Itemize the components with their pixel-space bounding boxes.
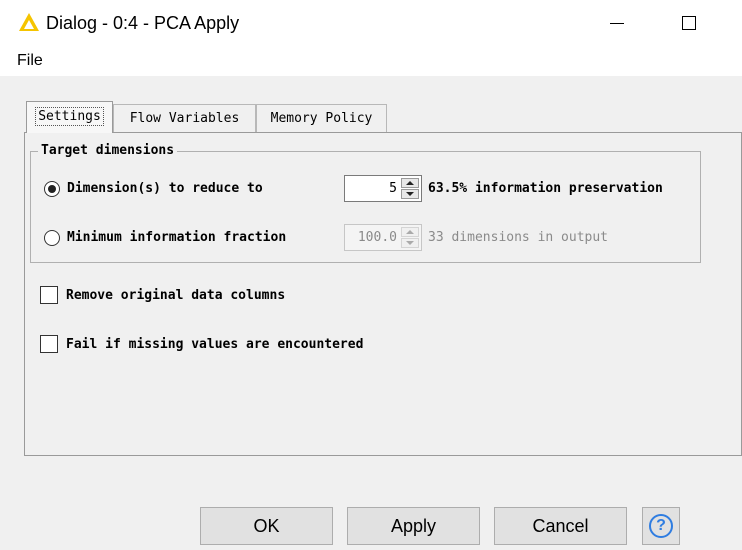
help-circle-icon: ? <box>649 514 673 538</box>
arrow-down-icon <box>406 192 414 196</box>
dimensions-spinner[interactable]: 5 <box>344 175 422 202</box>
target-dimensions-title: Target dimensions <box>38 143 178 159</box>
fraction-radio[interactable] <box>44 230 60 246</box>
remove-columns-label: Remove original data columns <box>66 288 286 303</box>
dimensions-info: 63.5% information preservation <box>428 181 663 196</box>
fraction-spinner-buttons <box>401 227 419 248</box>
dimensions-decrement-button[interactable] <box>401 189 419 199</box>
remove-columns-checkbox[interactable] <box>40 286 58 304</box>
fraction-decrement-button <box>401 238 419 248</box>
fraction-label: Minimum information fraction <box>67 230 287 245</box>
arrow-up-icon <box>406 230 414 234</box>
tab-flow-variables-label: Flow Variables <box>129 111 240 126</box>
fail-missing-label: Fail if missing values are encountered <box>66 337 364 352</box>
arrow-up-icon <box>406 181 414 185</box>
fraction-spinner: 100.0 <box>344 224 422 251</box>
window-title: Dialog - 0:4 - PCA Apply <box>46 13 240 33</box>
arrow-down-icon <box>406 241 414 245</box>
tab-settings-label: Settings <box>35 107 104 126</box>
tab-memory-policy[interactable]: Memory Policy <box>256 104 387 132</box>
fail-missing-checkbox[interactable] <box>40 335 58 353</box>
tab-memory-policy-label: Memory Policy <box>270 111 373 126</box>
title-bar: Dialog - 0:4 - PCA Apply <box>0 0 742 46</box>
maximize-button[interactable] <box>682 16 696 30</box>
dimensions-spinner-buttons <box>401 178 419 199</box>
minimize-button[interactable] <box>610 23 624 24</box>
help-button[interactable]: ? <box>642 507 680 545</box>
fraction-increment-button <box>401 227 419 237</box>
tab-settings[interactable]: Settings <box>26 101 113 133</box>
fraction-value: 100.0 <box>357 230 397 245</box>
cancel-button[interactable]: Cancel <box>494 507 627 545</box>
menu-file[interactable]: File <box>17 52 43 70</box>
fraction-info: 33 dimensions in output <box>428 230 609 245</box>
knime-logo-icon <box>19 13 39 31</box>
ok-button[interactable]: OK <box>200 507 333 545</box>
dimensions-radio[interactable] <box>44 181 60 197</box>
menu-bar: File <box>0 46 742 76</box>
dimensions-label: Dimension(s) to reduce to <box>67 181 263 196</box>
dimensions-increment-button[interactable] <box>401 178 419 188</box>
apply-button[interactable]: Apply <box>347 507 480 545</box>
dimensions-value: 5 <box>389 181 397 196</box>
tab-flow-variables[interactable]: Flow Variables <box>113 104 256 132</box>
